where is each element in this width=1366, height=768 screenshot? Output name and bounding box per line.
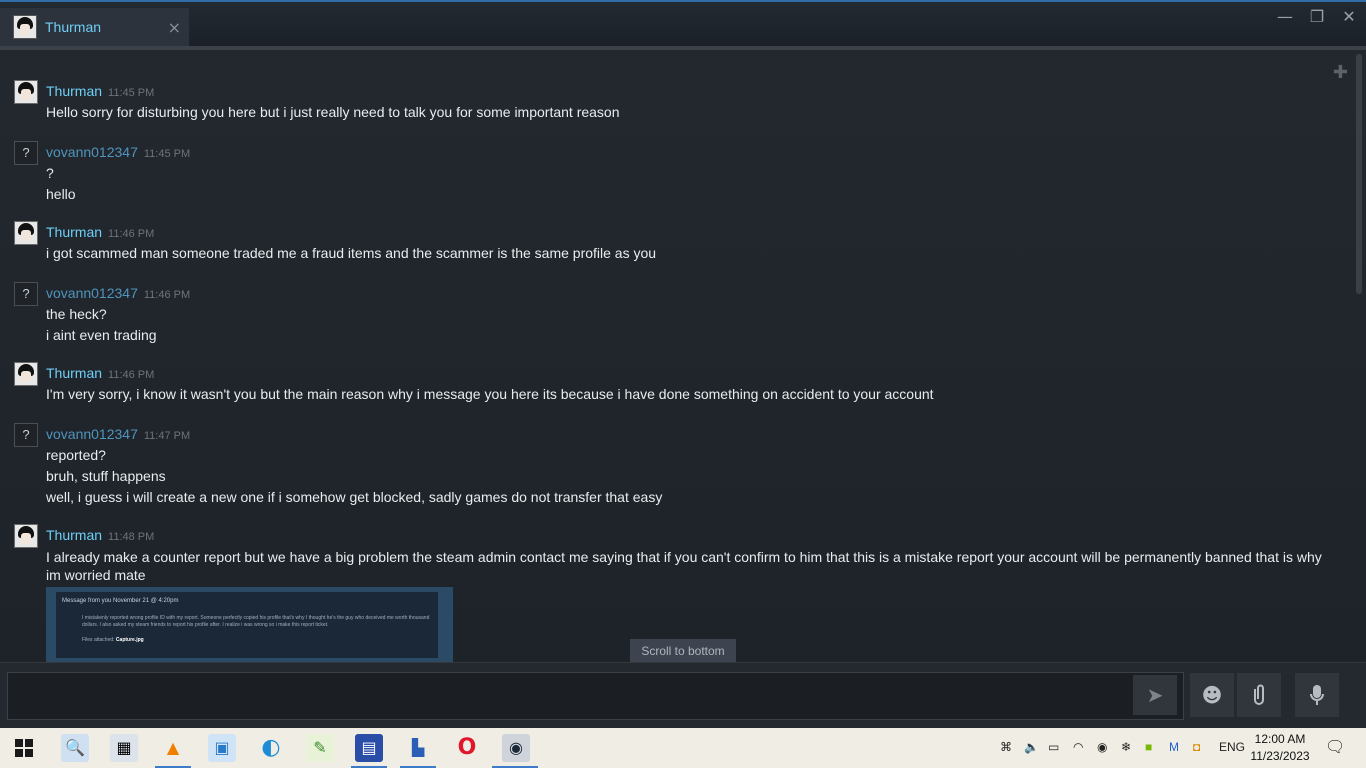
timestamp: 11:46 PM [108, 369, 155, 381]
message-text: i got scammed man someone traded me a fr… [46, 245, 657, 261]
notepad-icon[interactable]: ✎ [306, 734, 334, 762]
message-text: bruh, stuff happens [46, 468, 166, 484]
scroll-to-bottom-button[interactable]: Scroll to bottom [630, 639, 736, 664]
timestamp: 11:45 PM [108, 87, 155, 99]
timestamp: 11:46 PM [108, 228, 155, 240]
message-text: i aint even trading [46, 327, 157, 343]
sender-name[interactable]: Thurman [46, 224, 102, 240]
sender-name[interactable]: Thurman [46, 365, 102, 381]
malwarebytes-icon[interactable]: M [1169, 740, 1179, 754]
scrollbar[interactable] [1356, 54, 1362, 294]
add-friend-icon[interactable]: ✚ [1333, 62, 1348, 83]
network-tool-icon[interactable]: 🔍 [61, 734, 89, 762]
message-text: hello [46, 186, 76, 202]
avatar[interactable]: ? [14, 423, 38, 447]
message-text: Hello sorry for disturbing you here but … [46, 104, 620, 120]
attachment-header: Message from you November 21 @ 4:20pm [62, 598, 179, 604]
tab-avatar [13, 15, 37, 39]
message-text: reported? [46, 447, 106, 463]
notification-icon[interactable]: 🗨 [1325, 737, 1345, 757]
floppy-icon[interactable]: ▤ [355, 734, 383, 762]
avatar[interactable]: ? [14, 141, 38, 165]
files-label: Files attached: [82, 637, 115, 643]
sender-name[interactable]: vovann012347 [46, 426, 138, 442]
windows-start-icon[interactable] [10, 734, 38, 762]
file-name: Capture.jpg [115, 637, 144, 643]
volume-icon[interactable]: 🔈 [1024, 740, 1039, 754]
edge-icon[interactable]: ◐ [257, 734, 285, 762]
close-icon[interactable]: ✕ [1337, 7, 1361, 26]
avatar[interactable] [14, 221, 38, 245]
tray-steam-icon[interactable]: ◉ [1097, 740, 1107, 754]
avatar[interactable] [14, 80, 38, 104]
image-attachment[interactable]: Message from you November 21 @ 4:20pm I … [46, 587, 453, 662]
message-input[interactable] [7, 672, 1184, 720]
message-text: ? [46, 165, 54, 181]
timestamp: 11:45 PM [143, 148, 191, 160]
vlc-icon[interactable]: ▲ [159, 734, 187, 762]
attachment-body: I mistakenly reported wrong profile ID w… [82, 615, 430, 628]
message-text: I'm very sorry, i know it wasn't you but… [46, 386, 934, 402]
attachment-preview: Message from you November 21 @ 4:20pm I … [56, 592, 438, 658]
send-icon[interactable]: ➤ [1133, 675, 1177, 715]
avatar[interactable] [14, 524, 38, 548]
message-text: the heck? [46, 306, 107, 322]
microphone-icon[interactable] [1295, 673, 1339, 717]
message-text: I already make a counter report but we h… [46, 549, 1322, 583]
image-viewer-icon[interactable]: ▦ [110, 734, 138, 762]
sender-name[interactable]: Thurman [46, 83, 102, 99]
message-text: well, i guess i will create a new one if… [46, 489, 663, 505]
tray-app-icon[interactable]: ❄ [1121, 740, 1131, 754]
timestamp: 11:47 PM [143, 430, 191, 442]
clock[interactable]: 12:00 AM 11/23/2023 [1242, 731, 1318, 765]
tray-shield-icon[interactable]: ◘ [1193, 740, 1200, 754]
tab-label: Thurman [45, 19, 102, 35]
timestamp: 11:48 PM [108, 531, 155, 543]
composer-bar: ➤ ☻ [0, 662, 1366, 729]
clock-date: 11/23/2023 [1250, 749, 1310, 763]
avatar[interactable] [14, 362, 38, 386]
timestamp: 11:46 PM [143, 289, 191, 301]
tab-close-icon[interactable]: × [168, 18, 181, 37]
battery-icon[interactable]: ▭ [1048, 740, 1059, 754]
control-panel-icon[interactable]: ▣ [208, 734, 236, 762]
avatar[interactable]: ? [14, 282, 38, 306]
title-bar: Thurman × — ❐ ✕ [0, 0, 1366, 48]
nvidia-icon[interactable]: ■ [1145, 740, 1152, 754]
title-bar-accent [0, 0, 1366, 2]
opera-icon[interactable]: O [453, 734, 481, 762]
clock-time: 12:00 AM [1254, 732, 1306, 746]
restore-icon[interactable]: ❐ [1305, 7, 1329, 26]
remote-desktop-icon[interactable]: ▙ [404, 734, 432, 762]
chat-tab-thurman[interactable]: Thurman × [0, 8, 189, 46]
taskbar: 🔍 ▦ ▲ ▣ ◐ ✎ ▤ ▙ O ◉ ⌘ 🔈 ▭ ◠ ◉ ❄ ■ M ◘ EN… [0, 728, 1366, 768]
steam-icon[interactable]: ◉ [502, 734, 530, 762]
sender-name[interactable]: Thurman [46, 527, 102, 543]
sender-name[interactable]: vovann012347 [46, 285, 138, 301]
paperclip-icon[interactable] [1237, 673, 1281, 717]
wifi-icon[interactable]: ◠ [1073, 740, 1083, 754]
emoji-icon[interactable]: ☻ [1190, 673, 1234, 717]
tray-network-icon[interactable]: ⌘ [1000, 740, 1012, 754]
chat-log[interactable]: ✚ Thurman 11:45 PM Hello sorry for distur… [0, 50, 1366, 662]
sender-name[interactable]: vovann012347 [46, 144, 138, 160]
attachment-files: Files attached: Capture.jpg [82, 637, 144, 643]
minimize-icon[interactable]: — [1273, 7, 1297, 26]
